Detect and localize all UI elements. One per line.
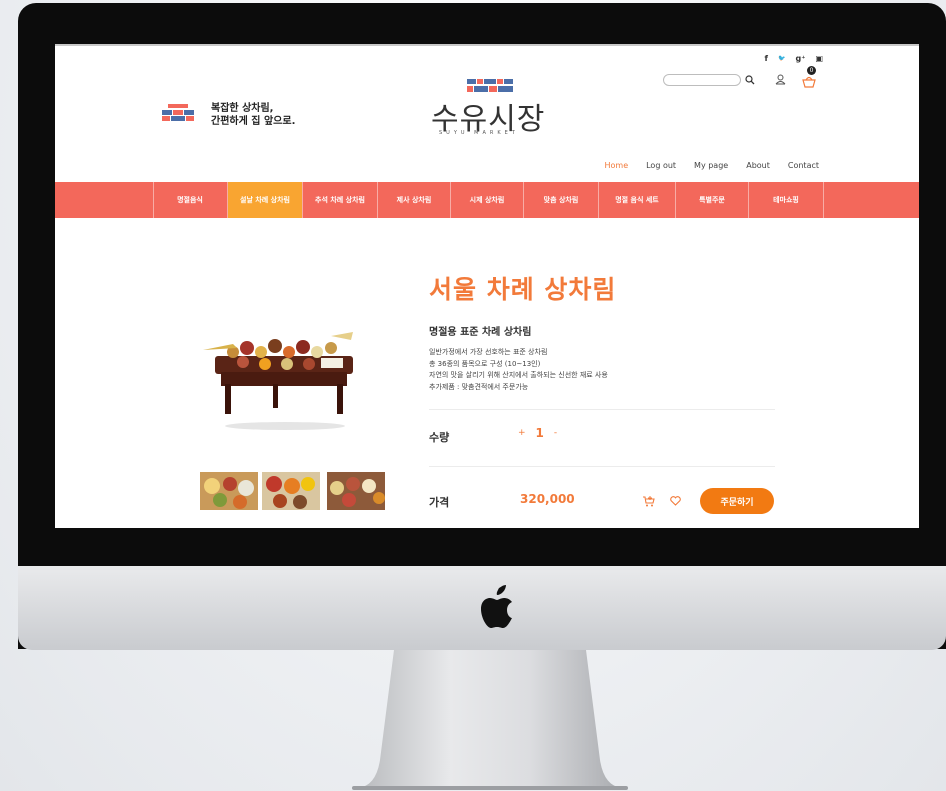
quantity-value[interactable]: 1 bbox=[536, 426, 544, 440]
top-border bbox=[55, 44, 919, 46]
nav-home[interactable]: Home bbox=[604, 161, 628, 170]
product-thumbnail[interactable] bbox=[262, 472, 320, 510]
product-description: 일반가정에서 가장 선호하는 표준 상차림 총 36종의 품목으로 구성 (10… bbox=[429, 347, 608, 393]
search-area bbox=[663, 74, 741, 86]
brand-name-english: SUYU MARKET bbox=[439, 130, 519, 136]
description-line: 총 36종의 품목으로 구성 (10~13인) bbox=[429, 359, 541, 368]
cart-count-badge: 0 bbox=[807, 66, 816, 75]
search-input[interactable] bbox=[663, 74, 741, 86]
twitter-icon[interactable]: 🐦 bbox=[778, 55, 785, 62]
quantity-stepper: + 1 - bbox=[518, 426, 557, 440]
user-icon[interactable] bbox=[775, 74, 786, 85]
category-holiday-food[interactable]: 명절음식 bbox=[153, 182, 227, 218]
nav-contact[interactable]: Contact bbox=[788, 161, 819, 170]
social-links: f 🐦 g⁺ ▣ bbox=[765, 54, 823, 63]
description-line: 자연의 맛을 살리기 위해 산지에서 출하되는 신선한 재료 사용 bbox=[429, 371, 608, 379]
category-theme-shopping[interactable]: 테마쇼핑 bbox=[749, 182, 823, 218]
product-main-image[interactable] bbox=[203, 322, 363, 432]
category-special-order[interactable]: 특별주문 bbox=[676, 182, 748, 218]
category-holiday-set[interactable]: 명절 음식 세트 bbox=[599, 182, 675, 218]
top-navigation: Home Log out My page About Contact bbox=[604, 161, 819, 170]
quantity-decrease-button[interactable]: - bbox=[554, 428, 557, 438]
heart-icon[interactable] bbox=[670, 496, 681, 506]
product-thumbnail[interactable] bbox=[327, 472, 385, 510]
quantity-increase-button[interactable]: + bbox=[518, 428, 526, 438]
product-title: 서울 차례 상차림 bbox=[429, 275, 617, 304]
category-separator bbox=[823, 182, 824, 218]
browser-screen: f 🐦 g⁺ ▣ 0 복잡한 상차림, 간편하게 집 앞으로. 수유시장 SUY… bbox=[55, 44, 919, 528]
category-bar: 명절음식 설날 차례 상차림 추석 차례 상차림 제사 상차림 시제 상차림 맞… bbox=[55, 182, 919, 218]
add-to-cart-icon[interactable] bbox=[642, 495, 655, 507]
product-subtitle: 명절용 표준 차례 상차림 bbox=[429, 327, 532, 338]
instagram-icon[interactable]: ▣ bbox=[815, 54, 823, 63]
divider bbox=[429, 466, 775, 467]
nav-about[interactable]: About bbox=[746, 161, 770, 170]
category-jesa-table[interactable]: 제사 상차림 bbox=[378, 182, 450, 218]
slogan-logo-icon bbox=[162, 104, 194, 121]
monitor-stand bbox=[352, 650, 628, 790]
slogan-text: 복잡한 상차림, 간편하게 집 앞으로. bbox=[211, 103, 296, 127]
nav-logout[interactable]: Log out bbox=[646, 161, 676, 170]
facebook-icon[interactable]: f bbox=[765, 54, 768, 63]
apple-logo-icon bbox=[481, 585, 512, 628]
google-plus-icon[interactable]: g⁺ bbox=[795, 54, 805, 63]
search-icon[interactable] bbox=[745, 75, 755, 85]
quantity-label: 수량 bbox=[429, 431, 450, 444]
category-seollal-table[interactable]: 설날 차례 상차림 bbox=[228, 182, 302, 218]
category-sije-table[interactable]: 시제 상차림 bbox=[451, 182, 523, 218]
brand-mark-icon bbox=[467, 79, 513, 92]
product-price: 320,000 bbox=[520, 492, 575, 506]
product-thumbnail[interactable] bbox=[200, 472, 258, 510]
price-label: 가격 bbox=[429, 496, 450, 509]
category-custom-table[interactable]: 맞춤 상차림 bbox=[524, 182, 598, 218]
category-chuseok-table[interactable]: 추석 차례 상차림 bbox=[303, 182, 377, 218]
description-line: 일반가정에서 가장 선호하는 표준 상차림 bbox=[429, 348, 548, 356]
description-line: 추가제품 : 맞춤견적에서 주문가능 bbox=[429, 382, 529, 391]
shopping-basket-icon[interactable] bbox=[802, 76, 816, 88]
nav-mypage[interactable]: My page bbox=[694, 161, 728, 170]
order-button[interactable]: 주문하기 bbox=[700, 488, 774, 514]
divider bbox=[429, 409, 775, 410]
